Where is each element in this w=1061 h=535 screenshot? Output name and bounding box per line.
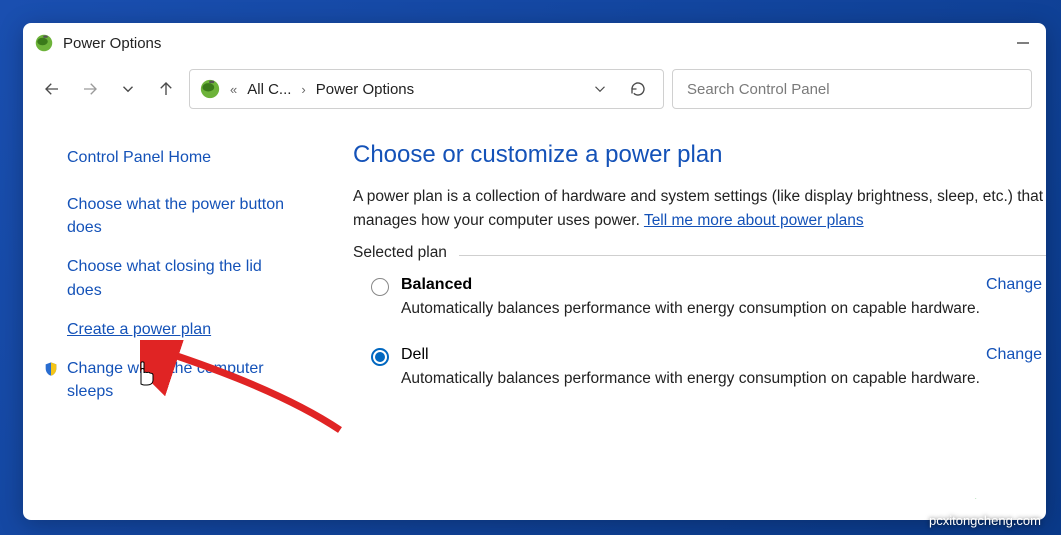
learn-more-link[interactable]: Tell me more about power plans (644, 212, 864, 229)
sidebar-link-create-plan[interactable]: Create a power plan (67, 318, 297, 341)
main-panel: Choose or customize a power plan A power… (333, 123, 1046, 520)
plan-row-dell: Dell Change (353, 346, 1046, 366)
sidebar: Control Panel Home Choose what the power… (23, 123, 333, 520)
watermark-url: pcxitongcheng.com (921, 513, 1041, 528)
recent-dropdown-button[interactable] (113, 74, 143, 104)
plan-name-dell[interactable]: Dell (401, 346, 429, 364)
power-options-icon (200, 79, 220, 99)
breadcrumb-prefix-icon: « (226, 82, 241, 97)
content-area: Control Panel Home Choose what the power… (23, 123, 1046, 520)
breadcrumb-parent[interactable]: All C... (243, 81, 295, 98)
window-title: Power Options (63, 35, 161, 52)
navigation-toolbar: « All C... › Power Options (23, 63, 1046, 123)
plan-radio-balanced[interactable] (371, 278, 389, 296)
change-plan-link-balanced[interactable]: Change (986, 276, 1046, 294)
power-options-icon (35, 34, 53, 52)
plan-radio-dell[interactable] (371, 348, 389, 366)
back-button[interactable] (37, 74, 67, 104)
plan-row-balanced: Balanced Change (353, 276, 1046, 296)
up-button[interactable] (151, 74, 181, 104)
sidebar-link-power-button[interactable]: Choose what the power button does (67, 193, 297, 239)
refresh-button[interactable] (621, 74, 655, 104)
sidebar-link-sleep[interactable]: Change when the computer sleeps (67, 357, 297, 403)
watermark-cn: 电脑系统城 (921, 478, 1041, 513)
sidebar-row-sleep: Change when the computer sleeps (67, 357, 313, 403)
plan-desc-dell: Automatically balances performance with … (353, 370, 1046, 388)
search-input[interactable] (687, 81, 1017, 98)
breadcrumb-current[interactable]: Power Options (312, 81, 418, 98)
search-bar[interactable] (672, 69, 1032, 109)
plan-desc-balanced: Automatically balances performance with … (353, 300, 1046, 318)
watermark: 电脑系统城 pcxitongcheng.com (921, 478, 1041, 528)
chevron-right-icon[interactable]: › (297, 82, 309, 97)
change-plan-link-dell[interactable]: Change (986, 346, 1046, 364)
sidebar-link-close-lid[interactable]: Choose what closing the lid does (67, 255, 297, 301)
minimize-button[interactable] (1000, 23, 1046, 63)
plan-name-balanced[interactable]: Balanced (401, 276, 472, 294)
address-bar[interactable]: « All C... › Power Options (189, 69, 664, 109)
uac-shield-icon (43, 361, 59, 377)
control-panel-window: Power Options « All C... › Power Options (23, 23, 1046, 520)
page-heading: Choose or customize a power plan (353, 141, 1046, 169)
forward-button[interactable] (75, 74, 105, 104)
address-dropdown-button[interactable] (583, 74, 617, 104)
sidebar-home-link[interactable]: Control Panel Home (67, 149, 313, 167)
selected-plan-legend: Selected plan (353, 244, 459, 262)
titlebar: Power Options (23, 23, 1046, 63)
selected-plan-group: Selected plan Balanced Change Automatica… (353, 255, 1046, 388)
page-description: A power plan is a collection of hardware… (353, 185, 1046, 233)
